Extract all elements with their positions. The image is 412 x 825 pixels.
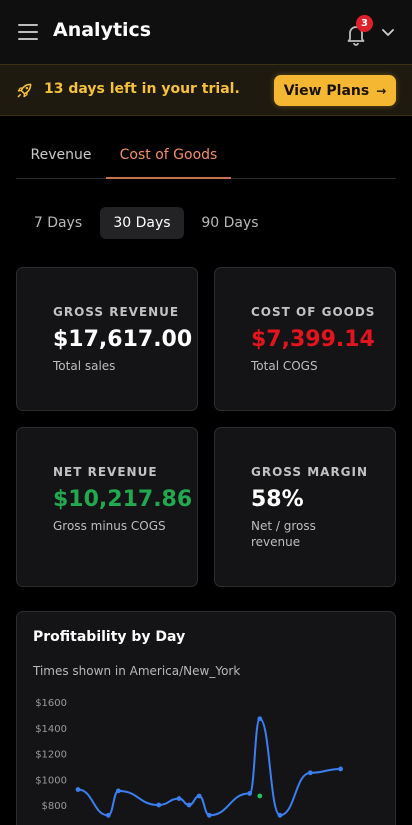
gross-margin-card: GROSS MARGIN 58% Net / gross revenue — [214, 427, 396, 587]
y-tick-label: $800 — [42, 801, 67, 812]
card-subtitle: Total sales — [53, 359, 116, 373]
card-label: GROSS MARGIN — [251, 465, 369, 479]
trial-message: 13 days left in your trial. — [44, 81, 240, 97]
data-point[interactable] — [105, 812, 111, 818]
data-point[interactable] — [257, 716, 263, 722]
net-revenue-card: NET REVENUE $10,217.86 Gross minus COGS — [16, 427, 198, 587]
card-subtitle: Total COGS — [251, 359, 318, 373]
data-point[interactable] — [176, 796, 182, 801]
menu-icon[interactable] — [18, 24, 38, 40]
card-label: GROSS REVENUE — [53, 305, 180, 319]
tab-cost-of-goods[interactable]: Cost of Goods — [106, 136, 231, 179]
profitability-chart: $1600 $1400 $1200 $1000 $800 — [35, 698, 343, 818]
notification-badge: 3 — [356, 15, 373, 32]
y-tick-label: $1200 — [35, 750, 67, 761]
section-tabs: Revenue Cost of Goods — [16, 136, 396, 179]
data-point[interactable] — [196, 793, 202, 799]
data-point[interactable] — [75, 787, 81, 792]
y-tick-label: $1000 — [35, 775, 67, 786]
data-point[interactable] — [247, 791, 253, 796]
data-point[interactable] — [277, 812, 283, 818]
top-header: Analytics 3 — [0, 0, 412, 64]
data-point[interactable] — [338, 766, 343, 772]
y-tick-label: $1400 — [35, 724, 67, 735]
cost-of-goods-card: COST OF GOODS $7,399.14 Total COGS — [214, 267, 396, 411]
card-value: 58% — [251, 487, 304, 512]
rocket-icon — [17, 83, 32, 98]
card-value: $17,617.00 — [53, 327, 193, 352]
card-value: $7,399.14 — [251, 327, 375, 352]
data-point[interactable] — [186, 802, 192, 808]
arrow-right-icon: → — [376, 83, 387, 98]
data-point[interactable] — [156, 802, 162, 808]
tab-revenue[interactable]: Revenue — [16, 136, 106, 179]
page-title: Analytics — [53, 19, 152, 41]
range-7-days-button[interactable]: 7 Days — [24, 207, 92, 239]
data-point[interactable] — [116, 788, 121, 794]
card-value: $10,217.86 — [53, 487, 193, 512]
series-line — [77, 717, 341, 817]
card-subtitle: Gross minus COGS — [53, 519, 166, 533]
range-30-days-button[interactable]: 30 Days — [100, 207, 184, 239]
view-plans-button[interactable]: View Plans → — [274, 75, 396, 106]
card-subtitle: Net / gross revenue — [251, 519, 316, 549]
y-tick-label: $1600 — [35, 698, 67, 709]
chevron-down-icon[interactable] — [380, 24, 396, 40]
gross-revenue-card: GROSS REVENUE $17,617.00 Total sales — [16, 267, 198, 411]
trial-banner: 13 days left in your trial. View Plans → — [0, 64, 412, 116]
card-label: COST OF GOODS — [251, 305, 376, 319]
data-point[interactable] — [307, 770, 313, 776]
notifications-button[interactable]: 3 — [344, 15, 373, 46]
range-90-days-button[interactable]: 90 Days — [190, 207, 270, 239]
data-point[interactable] — [257, 793, 263, 799]
data-point[interactable] — [206, 812, 212, 818]
view-plans-label: View Plans — [283, 82, 370, 99]
card-label: NET REVENUE — [53, 465, 158, 479]
profitability-chart-card: Profitability by Day Times shown in Amer… — [16, 611, 396, 825]
